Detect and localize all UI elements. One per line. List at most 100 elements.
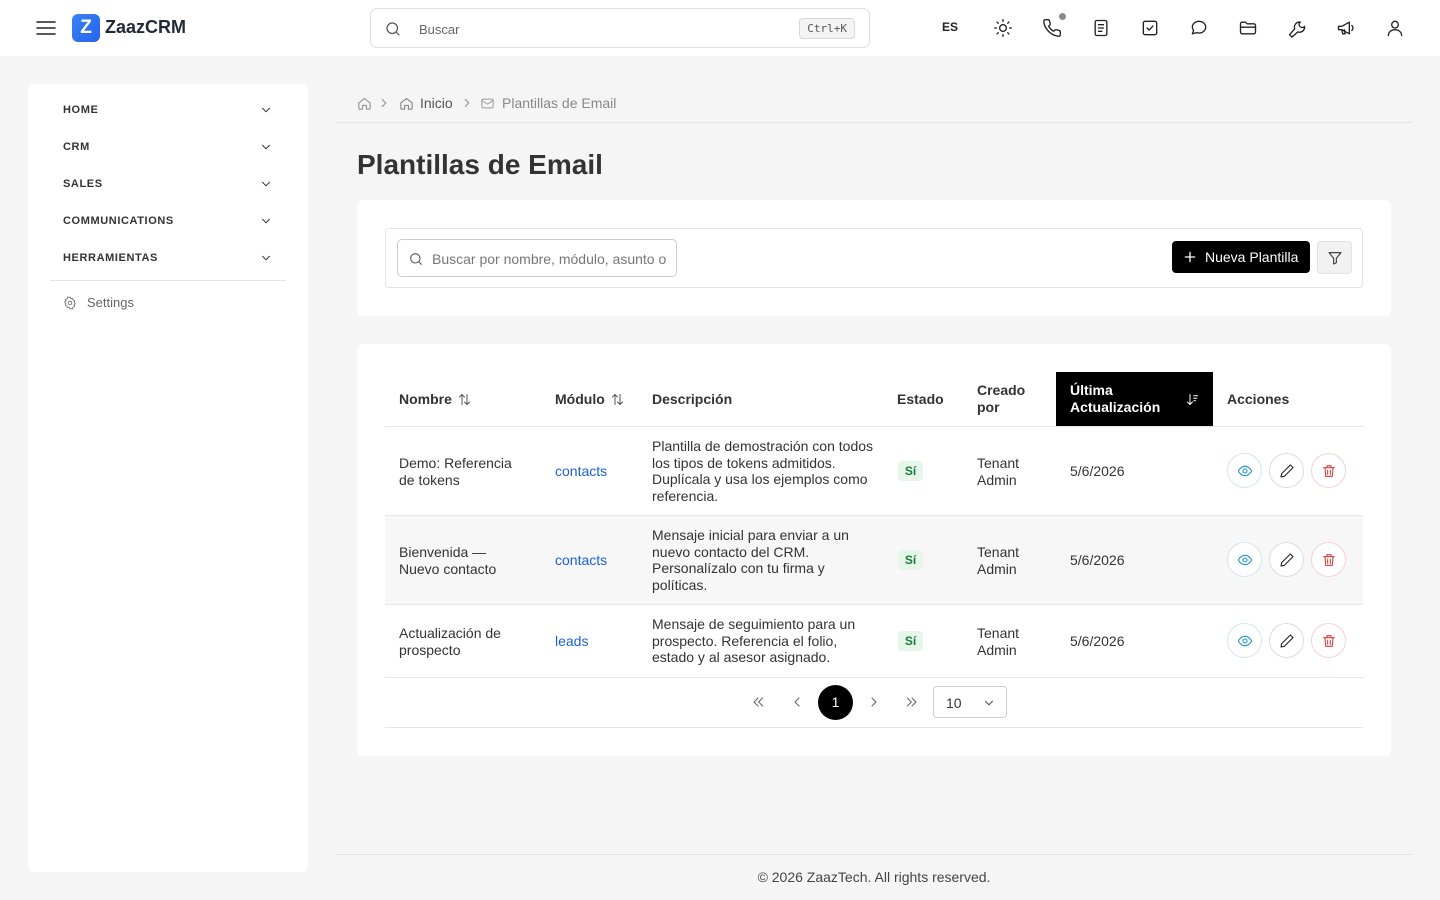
language-switcher[interactable]: ES bbox=[942, 20, 958, 34]
app-logo[interactable]: Z bbox=[72, 14, 100, 42]
trash-icon bbox=[1323, 635, 1335, 647]
megaphone-icon[interactable] bbox=[1336, 18, 1356, 38]
template-description: Plantilla de demostración con todos los … bbox=[652, 438, 874, 504]
eye-icon bbox=[1237, 635, 1253, 647]
sort-desc-icon[interactable] bbox=[1185, 392, 1200, 407]
chevron-right-icon bbox=[377, 96, 391, 110]
toolbar-card: Nueva Plantilla bbox=[357, 200, 1391, 316]
table-row: Actualización de prospecto leads Mensaje… bbox=[385, 605, 1363, 678]
edit-button[interactable] bbox=[1269, 453, 1304, 488]
view-button[interactable] bbox=[1227, 623, 1262, 658]
template-search[interactable] bbox=[397, 239, 677, 277]
column-label: Módulo bbox=[555, 391, 605, 407]
column-header-module[interactable]: Módulo bbox=[541, 372, 638, 426]
edit-button[interactable] bbox=[1269, 542, 1304, 577]
app-name[interactable]: ZaazCRM bbox=[105, 17, 186, 38]
search-icon bbox=[408, 251, 424, 267]
sidebar-divider bbox=[50, 280, 286, 281]
breadcrumb-home-icon[interactable] bbox=[357, 96, 372, 111]
template-created-by: Tenant Admin bbox=[977, 455, 1020, 488]
filter-button[interactable] bbox=[1317, 241, 1352, 274]
template-updated: 5/6/2026 bbox=[1070, 552, 1125, 568]
sidebar-section-home[interactable]: HOME bbox=[50, 92, 286, 129]
pagination: 1 10 bbox=[385, 678, 1363, 728]
mail-icon bbox=[480, 96, 495, 111]
column-label: Última Actualización bbox=[1070, 382, 1161, 415]
notification-dot bbox=[1059, 13, 1066, 20]
template-name: Actualización de prospecto bbox=[399, 625, 501, 658]
global-search[interactable]: Ctrl+K bbox=[370, 8, 870, 48]
footer-copyright: © 2026 ZaazTech. All rights reserved. bbox=[757, 869, 991, 885]
new-template-button[interactable]: Nueva Plantilla bbox=[1172, 241, 1310, 273]
table-row: Demo: Referencia de tokens contacts Plan… bbox=[385, 427, 1363, 516]
trash-icon bbox=[1323, 465, 1335, 477]
chevron-right-icon bbox=[460, 96, 474, 110]
current-page-button[interactable]: 1 bbox=[818, 685, 853, 720]
sidebar-section-label: SALES bbox=[63, 178, 103, 190]
sun-icon[interactable] bbox=[993, 18, 1013, 38]
eye-icon bbox=[1237, 554, 1253, 566]
edit-button[interactable] bbox=[1269, 623, 1304, 658]
pencil-icon bbox=[1280, 464, 1294, 478]
column-label: Descripción bbox=[652, 391, 733, 407]
phone-icon[interactable] bbox=[1042, 18, 1062, 38]
previous-page-icon[interactable] bbox=[789, 694, 805, 710]
chevron-down-icon bbox=[259, 103, 273, 117]
sidebar-item-label: Settings bbox=[87, 295, 134, 310]
new-template-label: Nueva Plantilla bbox=[1205, 249, 1299, 265]
view-button[interactable] bbox=[1227, 453, 1262, 488]
sort-icon[interactable] bbox=[457, 392, 472, 407]
template-description: Mensaje inicial para enviar a un nuevo c… bbox=[652, 527, 849, 593]
hamburger-menu-icon[interactable] bbox=[34, 16, 58, 40]
search-icon bbox=[384, 20, 402, 38]
delete-button[interactable] bbox=[1311, 453, 1346, 488]
sidebar-section-crm[interactable]: CRM bbox=[50, 129, 286, 166]
global-search-input[interactable] bbox=[419, 18, 779, 40]
sidebar-section-herramientas[interactable]: HERRAMIENTAS bbox=[50, 240, 286, 277]
view-button[interactable] bbox=[1227, 542, 1262, 577]
sidebar-section-label: CRM bbox=[63, 141, 90, 153]
template-description: Mensaje de seguimiento para un prospecto… bbox=[652, 616, 856, 665]
template-module-link[interactable]: leads bbox=[555, 633, 588, 650]
breadcrumb-inicio[interactable]: Inicio bbox=[420, 95, 453, 111]
tools-icon[interactable] bbox=[1287, 18, 1307, 38]
next-page-icon[interactable] bbox=[866, 694, 882, 710]
sidebar: HOME CRM SALES COMMUNICATIONS HERRAMIENT… bbox=[28, 84, 308, 872]
column-header-name[interactable]: Nombre bbox=[385, 372, 541, 426]
template-updated: 5/6/2026 bbox=[1070, 463, 1125, 479]
home-icon bbox=[399, 96, 414, 111]
table-toolbar: Nueva Plantilla bbox=[385, 228, 1363, 288]
folder-icon[interactable] bbox=[1238, 18, 1258, 38]
sidebar-section-label: COMMUNICATIONS bbox=[63, 215, 174, 227]
sidebar-item-settings[interactable]: Settings bbox=[50, 289, 286, 317]
table-row: Bienvenida — Nuevo contacto contacts Men… bbox=[385, 516, 1363, 605]
sidebar-section-label: HOME bbox=[63, 104, 99, 116]
sidebar-section-communications[interactable]: COMMUNICATIONS bbox=[50, 203, 286, 240]
breadcrumb-divider bbox=[336, 122, 1412, 123]
templates-table-card: Nombre Módulo Descripción Estado Creado … bbox=[357, 344, 1391, 756]
tasks-icon[interactable] bbox=[1140, 18, 1160, 38]
pencil-icon bbox=[1280, 634, 1294, 648]
delete-button[interactable] bbox=[1311, 623, 1346, 658]
delete-button[interactable] bbox=[1311, 542, 1346, 577]
first-page-icon[interactable] bbox=[750, 694, 766, 710]
template-module-link[interactable]: contacts bbox=[555, 552, 607, 569]
sidebar-section-sales[interactable]: SALES bbox=[50, 166, 286, 203]
status-badge: Sí bbox=[898, 461, 923, 481]
page-size-value: 10 bbox=[946, 695, 962, 711]
template-search-input[interactable] bbox=[432, 249, 668, 269]
notes-icon[interactable] bbox=[1091, 18, 1111, 38]
user-icon[interactable] bbox=[1385, 18, 1405, 38]
top-header: Z ZaazCRM Ctrl+K ES bbox=[0, 0, 1440, 56]
column-label: Acciones bbox=[1227, 391, 1290, 407]
gear-icon bbox=[63, 296, 77, 310]
sort-icon[interactable] bbox=[610, 392, 625, 407]
template-updated: 5/6/2026 bbox=[1070, 633, 1125, 649]
eye-icon bbox=[1237, 465, 1253, 477]
template-module-link[interactable]: contacts bbox=[555, 463, 607, 480]
column-header-updated[interactable]: Última Actualización bbox=[1056, 372, 1213, 426]
last-page-icon[interactable] bbox=[904, 694, 920, 710]
page-size-select[interactable]: 10 bbox=[933, 686, 1007, 718]
column-header-status: Estado bbox=[883, 372, 963, 426]
chat-icon[interactable] bbox=[1189, 18, 1209, 38]
